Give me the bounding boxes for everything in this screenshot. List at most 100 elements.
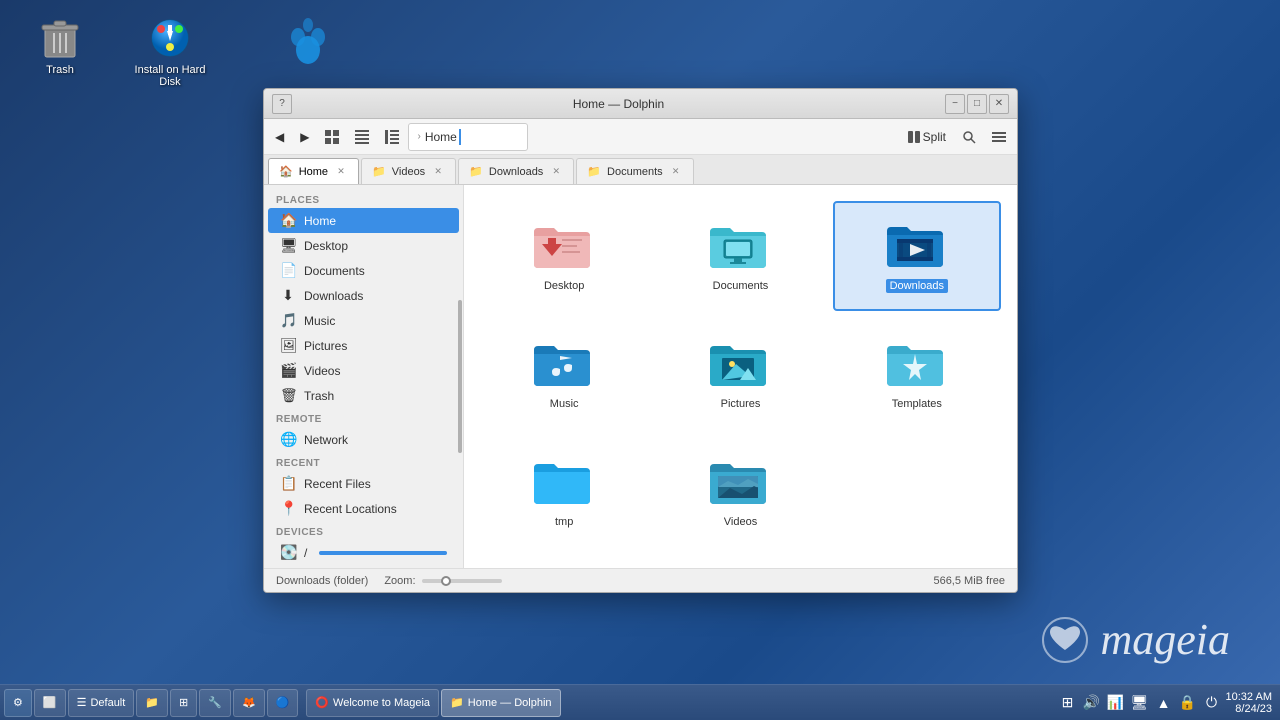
sidebar-item-recent-files[interactable]: 📋 Recent Files — [268, 471, 459, 496]
desktop-icon-install[interactable]: Install on Hard Disk — [130, 10, 210, 92]
zoom-control[interactable]: Zoom: — [384, 575, 501, 587]
taskbar-app3-btn[interactable]: 🔧 — [199, 689, 231, 717]
recent-header: Recent — [264, 452, 463, 471]
breadcrumb-bar[interactable]: › Home — [408, 123, 528, 151]
desktop-icon-trash[interactable]: Trash — [20, 10, 100, 80]
taskbar-filemanager-btn[interactable]: 📁 — [136, 689, 168, 717]
tab-downloads-icon: 📁 — [469, 165, 483, 178]
window-titlebar: ? Home — Dolphin − □ ✕ — [264, 89, 1017, 119]
file-item-tmp[interactable]: tmp — [480, 437, 648, 547]
sidebar-item-home[interactable]: 🏠 Home — [268, 208, 459, 233]
pictures-icon: 🖼 — [280, 337, 296, 354]
tab-downloads[interactable]: 📁 Downloads ✕ — [458, 158, 574, 184]
sidebar-scrollbar[interactable] — [458, 300, 462, 453]
maximize-button[interactable]: □ — [967, 94, 987, 114]
forward-button[interactable]: ▶ — [293, 123, 316, 151]
taskbar-left: ⚙ ⬜ ☰ Default 📁 ⊞ 🔧 🦊 🔵 — [0, 689, 302, 717]
help-button[interactable]: ? — [272, 94, 292, 114]
file-item-templates[interactable]: Templates — [833, 319, 1001, 429]
tab-home-close[interactable]: ✕ — [334, 165, 348, 179]
view-detail-button[interactable] — [378, 123, 406, 151]
taskbar-app2-btn[interactable]: ⊞ — [170, 689, 197, 717]
sidebar-item-documents-label: Documents — [304, 264, 365, 278]
minimize-button[interactable]: − — [945, 94, 965, 114]
music-icon: 🎵 — [280, 312, 296, 329]
file-item-videos[interactable]: Videos — [656, 437, 824, 547]
file-item-music[interactable]: Music — [480, 319, 648, 429]
search-button[interactable] — [955, 123, 983, 151]
taskbar-default-btn[interactable]: ☰ Default — [68, 689, 135, 717]
folder-icon-downloads — [885, 219, 949, 275]
file-item-downloads[interactable]: Downloads — [833, 201, 1001, 311]
sidebar-item-pictures-label: Pictures — [304, 339, 347, 353]
view-icons-button[interactable] — [318, 123, 346, 151]
tab-videos-close[interactable]: ✕ — [431, 165, 445, 179]
tab-videos-label: Videos — [392, 166, 425, 178]
sidebar-item-documents[interactable]: 📄 Documents — [268, 258, 459, 283]
dolphin-taskbar-icon: 📁 — [450, 696, 464, 709]
window-toolbar: ◀ ▶ › Home Split — [264, 119, 1017, 155]
tab-documents-icon: 📁 — [587, 165, 601, 178]
sidebar-item-trash[interactable]: 🗑 Trash — [268, 383, 459, 408]
view-compact-button[interactable] — [348, 123, 376, 151]
app3-icon: 🔧 — [208, 696, 222, 709]
tab-downloads-close[interactable]: ✕ — [549, 165, 563, 179]
tray-power[interactable]: ⏻ — [1202, 693, 1222, 713]
window-title: Home — Dolphin — [292, 97, 945, 111]
folder-icon-pictures — [708, 338, 772, 394]
taskbar-dolphin-btn[interactable]: 📁 Home — Dolphin — [441, 689, 560, 717]
taskbar-menu-btn[interactable]: ⚙ — [4, 689, 32, 717]
trash-icon — [36, 14, 84, 62]
tab-documents-close[interactable]: ✕ — [669, 165, 683, 179]
sidebar-item-downloads[interactable]: ⬇ Downloads — [268, 283, 459, 308]
tray-lock[interactable]: 🔒 — [1178, 693, 1198, 713]
tab-videos-icon: 📁 — [372, 165, 386, 178]
sidebar-item-desktop-label: Desktop — [304, 239, 348, 253]
sidebar-item-pictures[interactable]: 🖼 Pictures — [268, 333, 459, 358]
sidebar-item-recent-locations[interactable]: 📍 Recent Locations — [268, 496, 459, 521]
tab-home[interactable]: 🏠 Home ✕ — [268, 158, 359, 184]
taskbar-app5-btn[interactable]: 🔵 — [267, 689, 299, 717]
tray-monitor[interactable]: 🖥 — [1130, 693, 1150, 713]
menu-button[interactable] — [985, 123, 1013, 151]
tab-home-label: Home — [299, 166, 328, 178]
tab-documents-label: Documents — [607, 166, 663, 178]
desktop-icon-install-label: Install on Hard Disk — [134, 64, 206, 88]
sidebar-item-downloads-label: Downloads — [304, 289, 363, 303]
desktop-icon-extra[interactable] — [278, 10, 338, 70]
zoom-thumb — [441, 576, 451, 586]
file-item-pictures[interactable]: Pictures — [656, 319, 824, 429]
file-item-documents[interactable]: Documents — [656, 201, 824, 311]
file-item-music-label: Music — [550, 398, 579, 410]
status-bar: Downloads (folder) Zoom: 566,5 MiB free — [264, 568, 1017, 592]
devices-header: Devices — [264, 521, 463, 540]
recent-files-icon: 📋 — [280, 475, 296, 492]
tray-sound[interactable]: 🔊 — [1082, 693, 1102, 713]
sidebar-item-root[interactable]: 💽 / — [268, 540, 459, 565]
sidebar-item-network-label: Network — [304, 433, 348, 447]
sidebar-item-root-label: / — [304, 546, 307, 560]
tray-virtual-desktop[interactable]: ⊞ — [1058, 693, 1078, 713]
back-button[interactable]: ◀ — [268, 123, 291, 151]
zoom-slider[interactable] — [422, 579, 502, 583]
taskbar-desktop-btn[interactable]: ⬜ — [34, 689, 66, 717]
tab-videos[interactable]: 📁 Videos ✕ — [361, 158, 456, 184]
close-button[interactable]: ✕ — [989, 94, 1009, 114]
mageia-btn-icon: ⚙ — [13, 696, 23, 709]
dolphin-taskbar-label: Home — Dolphin — [468, 697, 552, 709]
sidebar-item-videos[interactable]: 🎬 Videos — [268, 358, 459, 383]
tab-documents[interactable]: 📁 Documents ✕ — [576, 158, 693, 184]
tray-bar[interactable]: 📊 — [1106, 693, 1126, 713]
sidebar-item-network[interactable]: 🌐 Network — [268, 427, 459, 452]
taskbar-firefox-btn[interactable]: 🦊 — [233, 689, 265, 717]
split-button[interactable]: Split — [901, 123, 953, 151]
sidebar-item-music[interactable]: 🎵 Music — [268, 308, 459, 333]
sidebar-item-desktop[interactable]: 🖥 Desktop — [268, 233, 459, 258]
downloads-icon: ⬇ — [280, 287, 296, 304]
file-item-desktop[interactable]: Desktop — [480, 201, 648, 311]
app2-icon: ⊞ — [179, 696, 188, 709]
taskbar-welcome-btn[interactable]: ⭕ Welcome to Mageia — [306, 689, 439, 717]
tray-arrow[interactable]: ▲ — [1154, 693, 1174, 713]
mageia-logo: mageia — [1040, 614, 1230, 665]
folder-icon-tmp — [532, 456, 596, 512]
